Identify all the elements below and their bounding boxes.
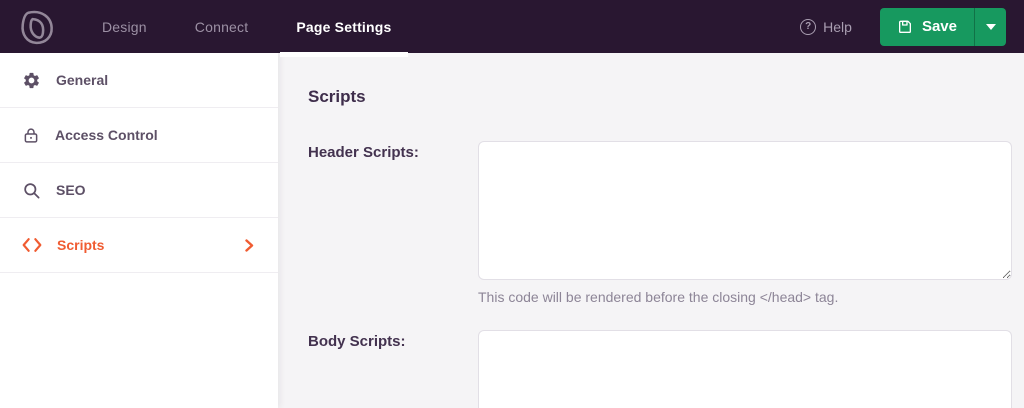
header-scripts-label: Header Scripts: [308, 144, 419, 161]
body-scripts-label: Body Scripts: [308, 333, 406, 350]
sidebar-item-label: General [56, 72, 109, 88]
header-scripts-row: Header Scripts: This code will be render… [308, 141, 1012, 305]
chevron-right-icon [245, 238, 254, 252]
gear-icon [22, 71, 41, 90]
scripts-settings-panel: Scripts Header Scripts: This code will b… [278, 53, 1024, 408]
search-icon [22, 181, 41, 200]
body-scripts-textarea[interactable] [478, 330, 1012, 408]
body-scripts-field [478, 330, 1012, 408]
body-scripts-row: Body Scripts: [308, 330, 1012, 408]
page-title: Scripts [308, 87, 366, 106]
sidebar-item-general[interactable]: General [0, 53, 278, 108]
save-label: Save [921, 18, 957, 35]
sidebar-item-label: SEO [56, 182, 86, 198]
top-bar-right: ? Help Save [800, 7, 1024, 46]
header-scripts-help-text: This code will be rendered before the cl… [478, 289, 839, 305]
caret-down-icon [985, 23, 996, 30]
tab-page-settings-label: Page Settings [296, 18, 392, 35]
top-bar: Design Connect Page Settings ? Help Save [0, 0, 1024, 57]
sidebar-item-scripts[interactable]: Scripts [0, 218, 278, 273]
tab-connect[interactable]: Connect [171, 0, 273, 53]
seedprod-leaf-icon [18, 8, 56, 46]
question-mark-icon: ? [800, 18, 817, 35]
help-label: Help [823, 18, 852, 35]
sidebar-item-seo[interactable]: SEO [0, 163, 278, 218]
lock-icon [22, 126, 40, 145]
header-scripts-field: This code will be rendered before the cl… [478, 141, 1012, 305]
sidebar-item-access-control[interactable]: Access Control [0, 108, 278, 163]
settings-sidebar: General Access Control SEO Scripts [0, 53, 278, 408]
save-dropdown-button[interactable] [974, 7, 1006, 46]
tab-page-settings[interactable]: Page Settings [272, 0, 415, 57]
sidebar-item-label: Access Control [55, 127, 158, 143]
seedprod-logo[interactable] [18, 8, 56, 46]
save-button[interactable]: Save [880, 8, 974, 46]
save-floppy-icon [897, 19, 913, 35]
code-icon [22, 237, 42, 253]
sidebar-item-label: Scripts [57, 237, 105, 253]
tab-connect-label: Connect [194, 18, 249, 35]
help-button[interactable]: ? Help [800, 18, 852, 35]
top-nav: Design Connect Page Settings [78, 0, 416, 57]
tab-design[interactable]: Design [78, 0, 171, 53]
header-scripts-textarea[interactable] [478, 141, 1012, 280]
tab-design-label: Design [102, 18, 147, 35]
save-split-button: Save [879, 7, 1006, 46]
